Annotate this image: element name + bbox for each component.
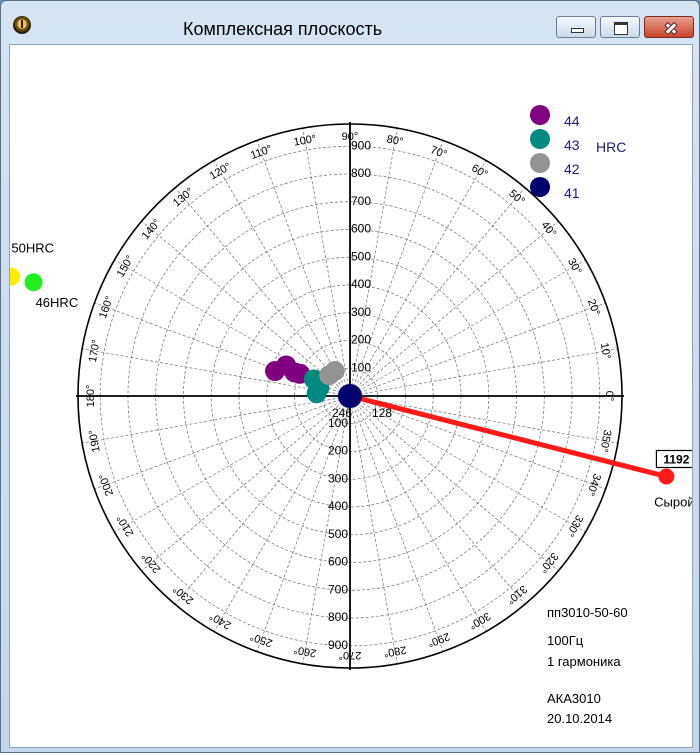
data-point-Сырой (658, 468, 675, 485)
angle-label: 260° (293, 643, 318, 659)
data-point-46HRC (24, 273, 43, 292)
angle-label: 220° (140, 550, 164, 575)
angle-label: 330° (563, 513, 585, 539)
angle-label: 280° (383, 643, 408, 659)
grid-ray (141, 220, 351, 397)
radius-label-up: 900 (351, 138, 371, 152)
radius-label-down: 400 (328, 499, 348, 513)
angle-label: 350° (597, 429, 613, 454)
angle-label: 80° (386, 133, 404, 148)
plot-area: 0° 10° 20° 30° 40° 50° 60° 70° 80° 90° 100° 110° 120… (9, 44, 693, 748)
angle-label: 70° (429, 144, 449, 161)
angle-label: 210° (115, 513, 137, 539)
angle-label: 50° (506, 188, 526, 208)
grid-ray (174, 395, 351, 605)
radius-label-down: 600 (328, 555, 348, 569)
grid-ray (349, 348, 618, 397)
angle-label: 130° (171, 186, 196, 210)
title-bar[interactable]: Комплексная плоскость (1, 1, 699, 43)
radius-label-up: 100 (351, 360, 371, 374)
angle-label: 250° (249, 630, 274, 649)
legend-label-44: 44 (564, 113, 580, 129)
grid-ray (349, 395, 398, 664)
legend-label-43: 43 (564, 137, 580, 153)
grid-ray (349, 187, 526, 397)
grid-ray (174, 187, 351, 397)
app-logo-icon[interactable] (13, 16, 31, 34)
hrc46-label: 46HRC (36, 295, 79, 310)
grid-ray (349, 395, 487, 632)
radius-label-up: 600 (351, 222, 371, 236)
radius-label-up: 700 (351, 194, 371, 208)
center-label-128: 128 (372, 406, 392, 420)
grid-ray (141, 395, 351, 572)
angle-label: 10° (598, 342, 613, 360)
radius-label-up: 300 (351, 305, 371, 319)
grid-ray (114, 395, 351, 533)
info-line-4: АКА3010 (547, 691, 601, 706)
angle-label: 0° (603, 391, 615, 402)
maximize-button[interactable] (600, 16, 640, 38)
angle-label: 300° (467, 609, 493, 631)
angle-label: 170° (87, 339, 103, 364)
center-label-246: 246 (332, 406, 352, 420)
radius-label-down: 500 (328, 527, 348, 541)
raw-value-text: 1192 (663, 452, 689, 466)
angle-label: 230° (171, 583, 196, 607)
info-line-2: 100Гц (547, 633, 584, 648)
complex-plane-chart[interactable]: 0°10°20°30°40°50°60°70°80°90°100°110°120… (10, 45, 692, 747)
info-line-3: 1 гармоника (547, 654, 621, 669)
angle-label: 40° (539, 219, 559, 239)
angle-label: 150° (115, 254, 137, 280)
minimize-button[interactable] (556, 16, 596, 38)
legend: 44 43 42 41 HRC (530, 105, 626, 201)
radius-label-up: 500 (351, 249, 371, 263)
angle-label: 240° (208, 609, 234, 631)
radius-label-up: 400 (351, 277, 371, 291)
grid-ray (349, 259, 586, 397)
angle-label: 120° (208, 161, 234, 183)
info-block: пп3010-50-60 100Гц 1 гармоника АКА3010 2… (547, 605, 628, 726)
legend-label-42: 42 (564, 161, 580, 177)
angle-label: 200° (97, 472, 116, 497)
legend-dot-43 (530, 129, 550, 149)
window-title: Комплексная плоскость (183, 19, 383, 39)
data-point-50HRC (10, 267, 21, 286)
data-point-44 (265, 361, 286, 382)
legend-dot-42 (530, 153, 550, 173)
data-point-43 (306, 383, 327, 404)
legend-dot-44 (530, 105, 550, 125)
angle-label: 320° (537, 550, 561, 575)
angle-label: 100° (293, 133, 318, 149)
grid-ray (349, 220, 559, 397)
close-button[interactable] (644, 16, 694, 38)
legend-title: HRC (596, 139, 626, 155)
hrc50-label: 50HRC (11, 241, 54, 256)
angle-label: 60° (469, 162, 489, 181)
radius-label-down: 900 (328, 638, 348, 652)
radius-label-up: 200 (351, 333, 371, 347)
application-window: Комплексная плоскость 0° 10° 20° 30° 40° 50° 6… (0, 0, 700, 753)
radius-label-up: 800 (351, 166, 371, 180)
radius-label-down: 300 (328, 471, 348, 485)
grid-ray (349, 395, 526, 605)
info-line-5: 20.10.2014 (547, 711, 612, 726)
grid-ray (256, 140, 351, 397)
radius-label-down: 800 (328, 610, 348, 624)
angle-label: 190° (87, 429, 103, 454)
angle-label: 20° (585, 298, 602, 318)
legend-dot-41 (530, 177, 550, 197)
data-point-42 (319, 365, 340, 386)
angle-label: 310° (504, 583, 529, 607)
grid-ray (82, 395, 351, 444)
data-point-41 (338, 384, 362, 408)
angle-label: 140° (140, 217, 164, 242)
grid-ray (302, 128, 351, 397)
radius-label-down: 200 (328, 444, 348, 458)
raw-label: Сырой (654, 494, 692, 509)
angle-label: 180° (85, 385, 97, 408)
legend-label-41: 41 (564, 185, 580, 201)
radius-label-down: 700 (328, 582, 348, 596)
info-line-1: пп3010-50-60 (547, 605, 628, 620)
